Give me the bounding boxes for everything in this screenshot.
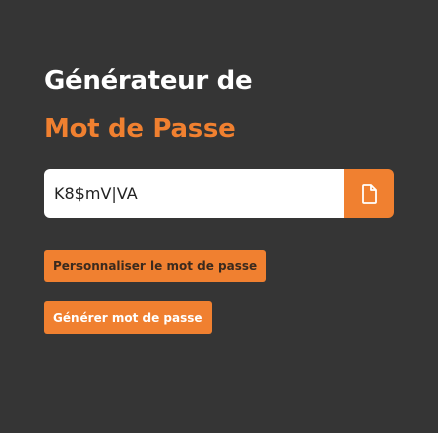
customize-password-button[interactable]: Personnaliser le mot de passe [44,250,267,282]
copy-button[interactable] [344,169,394,218]
file-copy-icon [362,183,377,204]
password-row: K8$mV|VA [44,169,394,218]
page-title: Générateur de [44,66,253,96]
generate-password-button[interactable]: Générer mot de passe [44,301,212,334]
password-display[interactable]: K8$mV|VA [44,169,344,218]
page-subtitle: Mot de Passe [44,114,236,144]
